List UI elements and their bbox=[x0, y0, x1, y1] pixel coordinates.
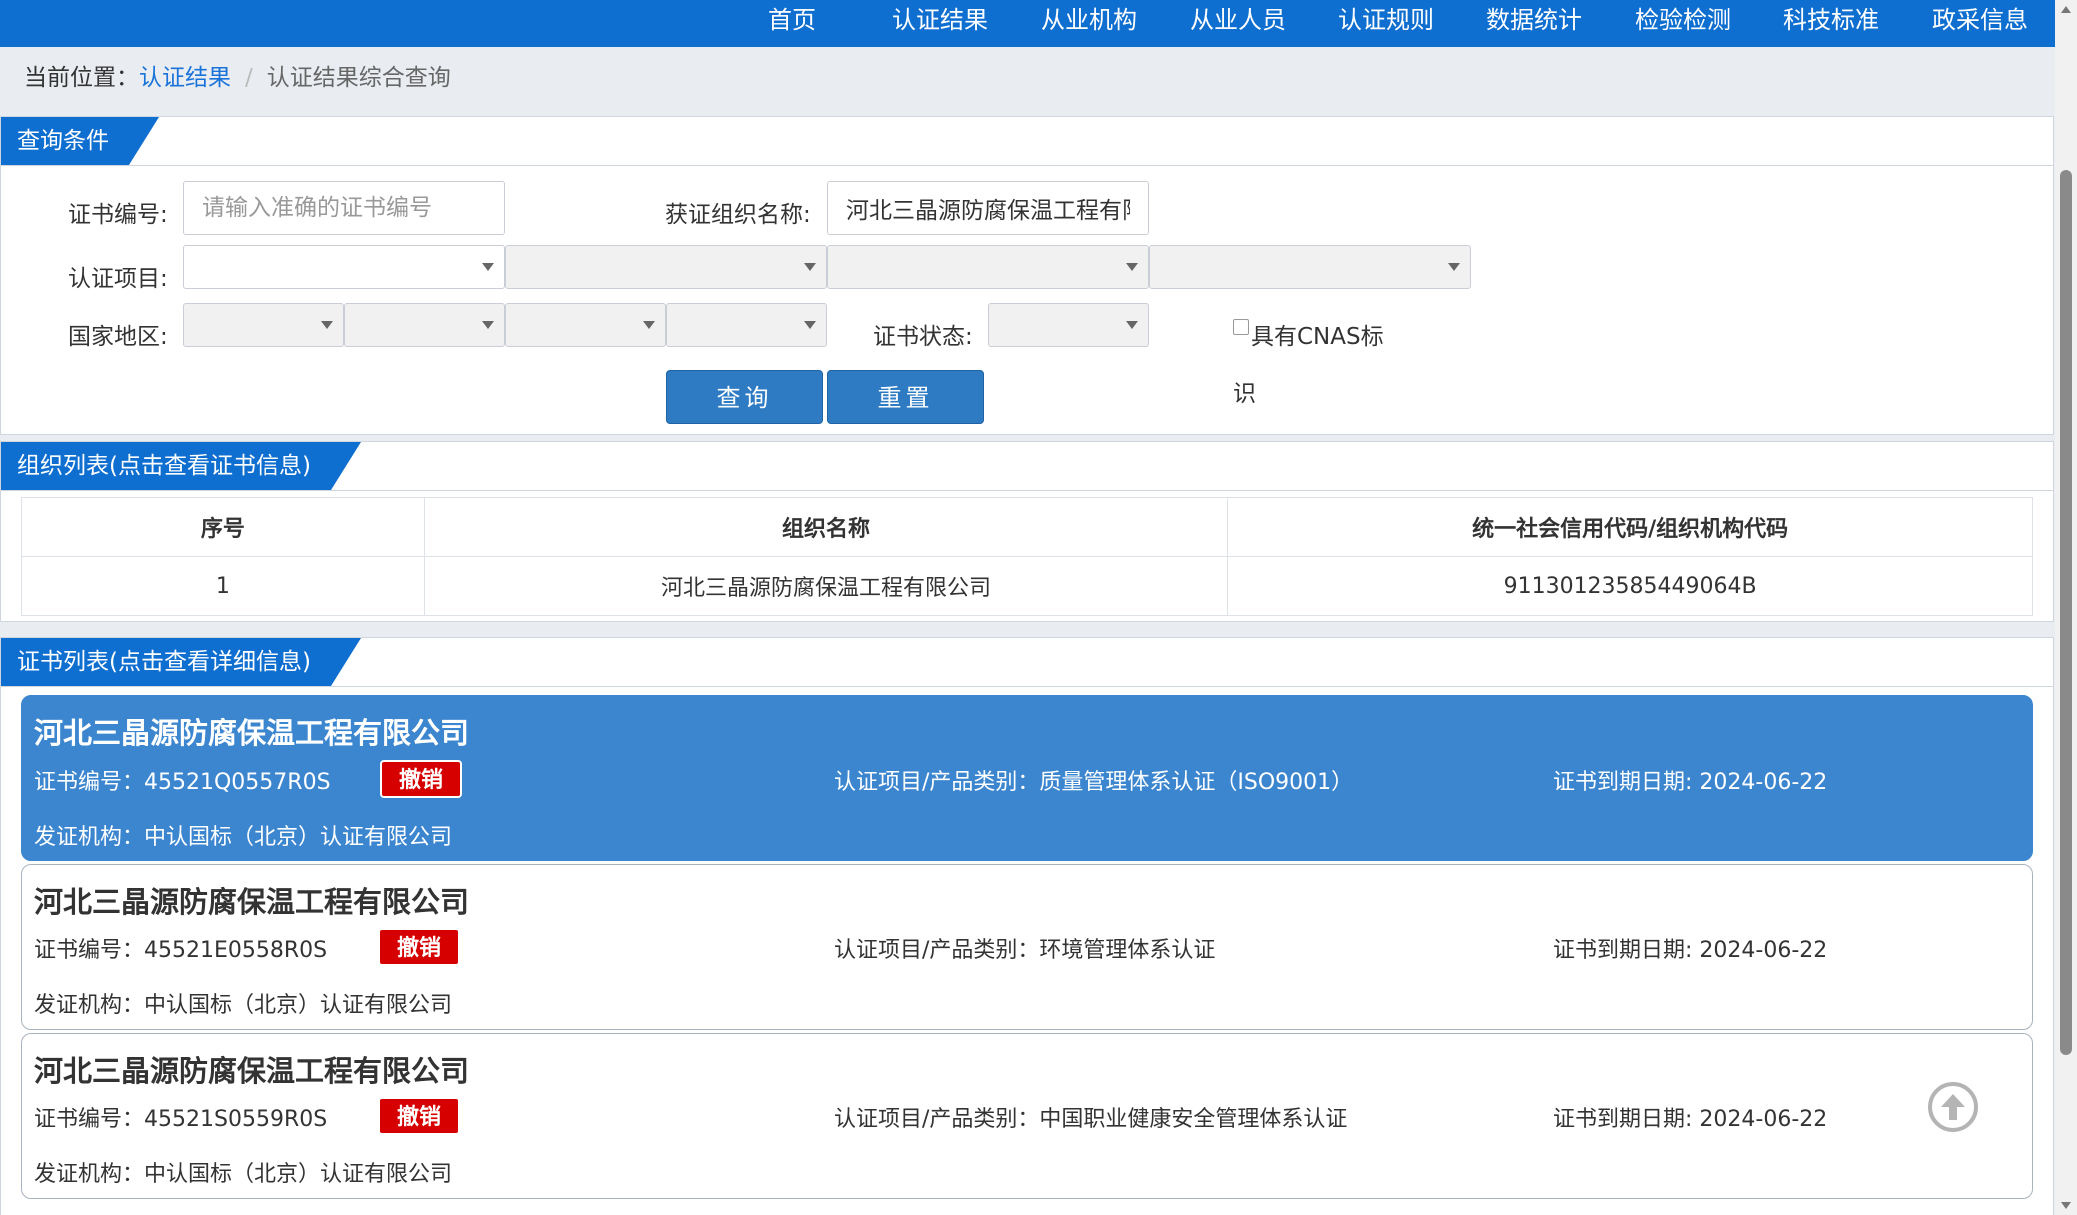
row-credit-code: 91130123585449064B bbox=[1227, 556, 2033, 616]
cert-no-input[interactable] bbox=[183, 181, 505, 235]
org-name-label: 获证组织名称: bbox=[665, 202, 811, 228]
status-badge: 撤销 bbox=[378, 928, 460, 966]
nav-item-testing[interactable]: 检验检测 bbox=[1623, 0, 1743, 47]
chevron-down-icon bbox=[1448, 263, 1460, 271]
arrow-up-icon bbox=[1941, 1094, 1965, 1120]
status-label: 证书状态: bbox=[873, 324, 973, 350]
breadcrumb: 当前位置：认证结果 / 认证结果综合查询 bbox=[24, 58, 451, 92]
cert-category: 认证项目/产品类别：中国职业健康安全管理体系认证 bbox=[834, 1107, 1348, 1132]
cert-category: 认证项目/产品类别：质量管理体系认证（ISO9001） bbox=[834, 770, 1354, 795]
cert-issuer: 发证机构：中认国标（北京）认证有限公司 bbox=[34, 825, 453, 850]
cert-expiry: 证书到期日期: 2024-06-22 bbox=[1553, 938, 1828, 963]
row-index: 1 bbox=[21, 556, 425, 616]
query-panel: 查询条件 证书编号: 获证组织名称: 认证项目: 国家地区: 证书状态: 具有C… bbox=[0, 116, 2054, 435]
scrollbar[interactable] bbox=[2055, 0, 2077, 1215]
cert-card[interactable]: 河北三晶源防腐保温工程有限公司 证书编号：45521Q0557R0S 撤销 认证… bbox=[21, 695, 2033, 861]
region-select-4[interactable] bbox=[666, 303, 827, 347]
search-button[interactable]: 查询 bbox=[666, 370, 823, 424]
cert-no-label: 证书编号: bbox=[68, 202, 168, 228]
nav-item-practitioners[interactable]: 从业人员 bbox=[1178, 0, 1298, 47]
reset-button[interactable]: 重置 bbox=[827, 370, 984, 424]
project-select-3[interactable] bbox=[827, 245, 1149, 289]
org-list-title: 组织列表(点击查看证书信息) bbox=[1, 442, 361, 490]
project-select-4[interactable] bbox=[1149, 245, 1471, 289]
cert-issuer: 发证机构：中认国标（北京）认证有限公司 bbox=[34, 993, 453, 1018]
cert-card[interactable]: 河北三晶源防腐保温工程有限公司 证书编号：45521S0559R0S 撤销 认证… bbox=[21, 1033, 2033, 1199]
cert-list-title: 证书列表(点击查看详细信息) bbox=[1, 638, 361, 686]
nav-item-procurement[interactable]: 政采信息 bbox=[1920, 0, 2040, 47]
cert-card[interactable]: 河北三晶源防腐保温工程有限公司 证书编号：45521E0558R0S 撤销 认证… bbox=[21, 864, 2033, 1030]
chevron-down-icon bbox=[804, 263, 816, 271]
status-select[interactable] bbox=[988, 303, 1149, 347]
project-select-1[interactable] bbox=[183, 245, 505, 289]
nav-item-agencies[interactable]: 从业机构 bbox=[1029, 0, 1149, 47]
top-nav: 首页 认证结果 从业机构 从业人员 认证规则 数据统计 检验检测 科技标准 政采… bbox=[0, 0, 2055, 47]
breadcrumb-current: 认证结果综合查询 bbox=[266, 65, 451, 91]
status-badge: 撤销 bbox=[378, 1097, 460, 1135]
scroll-up-arrow-icon[interactable] bbox=[2061, 6, 2071, 13]
cert-org-name: 河北三晶源防腐保温工程有限公司 bbox=[34, 716, 470, 750]
query-panel-title: 查询条件 bbox=[1, 117, 159, 165]
col-index: 序号 bbox=[21, 497, 425, 557]
region-select-2[interactable] bbox=[344, 303, 505, 347]
col-credit-code: 统一社会信用代码/组织机构代码 bbox=[1227, 497, 2033, 557]
project-select-2[interactable] bbox=[505, 245, 827, 289]
nav-item-cert-results[interactable]: 认证结果 bbox=[880, 0, 1000, 47]
back-to-top-button[interactable] bbox=[1928, 1082, 1978, 1132]
chevron-down-icon bbox=[321, 321, 333, 329]
cert-number: 证书编号：45521S0559R0S bbox=[34, 1107, 328, 1132]
cert-number: 证书编号：45521E0558R0S bbox=[34, 938, 328, 963]
nav-item-statistics[interactable]: 数据统计 bbox=[1474, 0, 1594, 47]
scrollbar-thumb[interactable] bbox=[2060, 170, 2072, 1055]
chevron-down-icon bbox=[804, 321, 816, 329]
region-select-3[interactable] bbox=[505, 303, 666, 347]
chevron-down-icon bbox=[643, 321, 655, 329]
chevron-down-icon bbox=[1126, 321, 1138, 329]
region-select-1[interactable] bbox=[183, 303, 344, 347]
cert-org-name: 河北三晶源防腐保温工程有限公司 bbox=[34, 885, 470, 919]
page: 首页 认证结果 从业机构 从业人员 认证规则 数据统计 检验检测 科技标准 政采… bbox=[0, 0, 2055, 1215]
cert-category: 认证项目/产品类别：环境管理体系认证 bbox=[834, 938, 1216, 963]
col-org-name: 组织名称 bbox=[423, 497, 1229, 557]
breadcrumb-prefix: 当前位置： bbox=[24, 65, 139, 91]
cert-expiry: 证书到期日期: 2024-06-22 bbox=[1553, 770, 1828, 795]
status-badge: 撤销 bbox=[380, 760, 462, 798]
cert-list-header: 证书列表(点击查看详细信息) bbox=[1, 638, 2053, 687]
scroll-down-arrow-icon[interactable] bbox=[2061, 1202, 2071, 1209]
nav-item-standards[interactable]: 科技标准 bbox=[1771, 0, 1891, 47]
chevron-down-icon bbox=[482, 321, 494, 329]
cert-number: 证书编号：45521Q0557R0S bbox=[34, 770, 331, 795]
query-panel-header: 查询条件 bbox=[1, 117, 2053, 166]
chevron-down-icon bbox=[1126, 263, 1138, 271]
breadcrumb-link-cert-results[interactable]: 认证结果 bbox=[139, 65, 231, 91]
cnas-label: 具有CNAS标 bbox=[1251, 324, 1384, 350]
org-name-input[interactable] bbox=[827, 181, 1149, 235]
project-label: 认证项目: bbox=[68, 266, 168, 292]
org-table: 序号 组织名称 统一社会信用代码/组织机构代码 1 河北三晶源防腐保温工程有限公… bbox=[21, 497, 2033, 616]
breadcrumb-separator: / bbox=[245, 65, 253, 91]
nav-item-home[interactable]: 首页 bbox=[752, 0, 832, 47]
cert-expiry: 证书到期日期: 2024-06-22 bbox=[1553, 1107, 1828, 1132]
table-row[interactable]: 1 河北三晶源防腐保温工程有限公司 91130123585449064B bbox=[21, 556, 2033, 616]
cnas-label-wrap: 识 bbox=[1233, 381, 1256, 407]
chevron-down-icon bbox=[482, 263, 494, 271]
cert-issuer: 发证机构：中认国标（北京）认证有限公司 bbox=[34, 1162, 453, 1187]
nav-item-rules[interactable]: 认证规则 bbox=[1326, 0, 1446, 47]
row-org-name[interactable]: 河北三晶源防腐保温工程有限公司 bbox=[423, 556, 1229, 616]
org-table-header-row: 序号 组织名称 统一社会信用代码/组织机构代码 bbox=[21, 497, 2033, 557]
region-label: 国家地区: bbox=[68, 324, 168, 350]
cnas-checkbox[interactable] bbox=[1233, 319, 1249, 335]
org-list-header: 组织列表(点击查看证书信息) bbox=[1, 442, 2053, 491]
cert-org-name: 河北三晶源防腐保温工程有限公司 bbox=[34, 1054, 470, 1088]
